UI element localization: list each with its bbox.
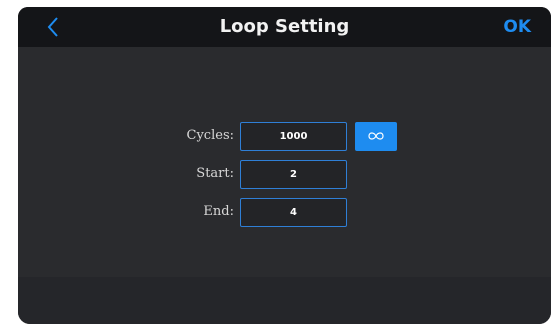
settings-panel: Cycles: 1000 Start: 2 End: 4 xyxy=(18,47,551,277)
ok-button[interactable]: OK xyxy=(503,7,531,47)
cycles-input[interactable]: 1000 xyxy=(240,122,347,151)
footer-bar xyxy=(18,277,551,324)
start-label: Start: xyxy=(196,166,234,181)
infinite-loop-button[interactable] xyxy=(355,122,397,151)
cycles-label: Cycles: xyxy=(186,128,234,143)
back-button[interactable] xyxy=(42,15,66,39)
end-input[interactable]: 4 xyxy=(240,198,347,227)
page-title: Loop Setting xyxy=(219,16,350,37)
infinity-icon xyxy=(368,132,384,140)
device-screen: Loop Setting OK Cycles: 1000 Start: 2 En… xyxy=(18,7,551,324)
header-bar: Loop Setting OK xyxy=(18,7,551,47)
start-input[interactable]: 2 xyxy=(240,160,347,189)
chevron-left-icon xyxy=(47,17,58,37)
end-label: End: xyxy=(203,204,234,219)
